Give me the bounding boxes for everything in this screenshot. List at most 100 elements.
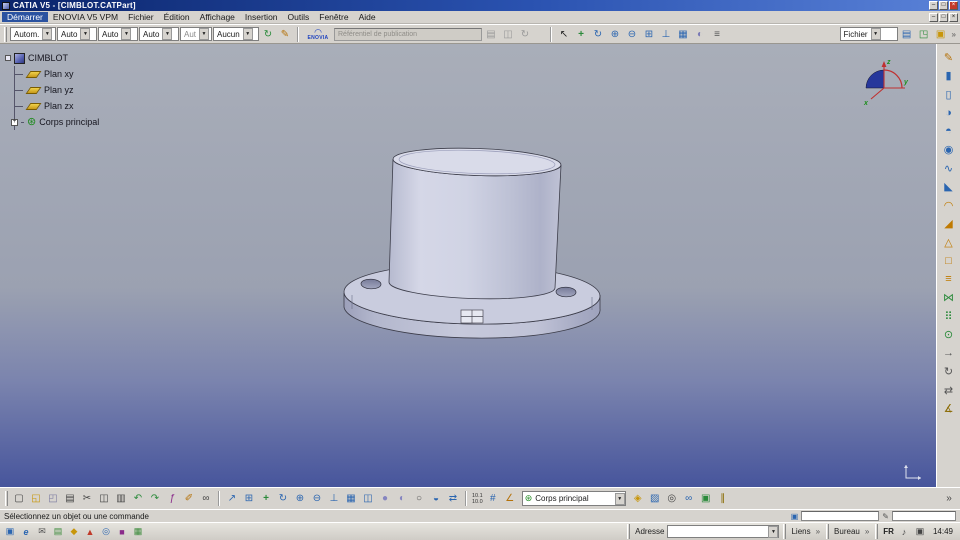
new-icon[interactable]: ▢	[11, 491, 27, 507]
tree-item-plan-yz[interactable]: Plan yz	[15, 82, 99, 98]
auto-combo-1[interactable]: Auto ▼	[57, 27, 97, 41]
chevron-down-icon[interactable]: ▼	[614, 492, 625, 505]
pad-icon[interactable]: ▮	[940, 68, 957, 84]
tree-root-label[interactable]: CIMBLOT	[28, 53, 68, 63]
pub-save-icon[interactable]: ◫	[500, 26, 516, 42]
rib-icon[interactable]: ∿	[940, 160, 957, 176]
auto-combo-3[interactable]: Auto ▼	[139, 27, 179, 41]
pan-icon[interactable]: +	[573, 26, 589, 42]
links-chevron-icon[interactable]: »	[814, 527, 822, 536]
zoom-in-icon[interactable]: ⊕	[607, 26, 623, 42]
folder-icon[interactable]: ▣	[933, 26, 949, 42]
paint-bucket-icon[interactable]: ▨	[647, 491, 663, 507]
normal-view-icon[interactable]: ⊥	[658, 26, 674, 42]
link-icon[interactable]: ∞	[198, 491, 214, 507]
options-icon[interactable]: ≡	[709, 26, 725, 42]
menu-affichage[interactable]: Affichage	[195, 12, 240, 22]
mail-icon[interactable]: ✉	[35, 525, 49, 539]
ie-icon[interactable]: e	[19, 525, 33, 539]
zoom-in-icon[interactable]: ⊕	[292, 491, 308, 507]
undo-icon[interactable]: ↶	[130, 491, 146, 507]
swap-visible-icon[interactable]: ⇄	[445, 491, 461, 507]
app-icon-1[interactable]: ▣	[3, 525, 17, 539]
fichier-combo[interactable]: Fichier ▼	[839, 27, 898, 41]
chevron-down-icon[interactable]: ▼	[199, 28, 210, 40]
taskbar-grip[interactable]	[627, 524, 631, 539]
symmetry-icon[interactable]: ⇄	[940, 382, 957, 398]
publish-icon[interactable]: ◳	[916, 26, 932, 42]
fit-all-icon[interactable]: ⊞	[641, 26, 657, 42]
chamfer-icon[interactable]: ◢	[940, 216, 957, 232]
multi-view-icon[interactable]: ▦	[675, 26, 691, 42]
desktop-label[interactable]: Bureau	[833, 527, 861, 536]
taskbar-grip[interactable]	[783, 524, 787, 539]
draft-icon[interactable]: △	[940, 234, 957, 250]
snap-angle-icon[interactable]: ∠	[502, 491, 518, 507]
auto-combo-2[interactable]: Auto ▼	[98, 27, 138, 41]
maximize-button[interactable]: □	[939, 1, 948, 10]
translate-icon[interactable]: →	[940, 345, 957, 361]
grid-icon[interactable]: #	[485, 491, 501, 507]
menu-demarrer[interactable]: Démarrer	[2, 12, 48, 22]
measure-between-icon[interactable]: ∥	[715, 491, 731, 507]
update-icon[interactable]: ↻	[260, 26, 276, 42]
command-icon[interactable]: ▣	[791, 512, 799, 521]
shaft-icon[interactable]: ◑	[940, 105, 957, 121]
publication-repository-field[interactable]: Référentiel de publication	[334, 27, 482, 41]
rotate-icon[interactable]: ↻	[590, 26, 606, 42]
chevron-down-icon[interactable]: ▼	[162, 28, 173, 40]
app-icon-5[interactable]: ■	[115, 525, 129, 539]
menu-aide[interactable]: Aide	[354, 12, 381, 22]
tree-item-plan-xy[interactable]: Plan xy	[15, 66, 99, 82]
pub-open-icon[interactable]: ▤	[483, 26, 499, 42]
update-mode-combo[interactable]: Autom. ▼	[10, 27, 56, 41]
doc-close-button[interactable]: ×	[949, 12, 958, 22]
wand-icon[interactable]: ✐	[181, 491, 197, 507]
chevron-down-icon[interactable]: ▼	[121, 28, 132, 40]
viewport-3d[interactable]: z y x CIMBLOT Plan xy Plan yz Plan zx + …	[0, 44, 936, 487]
menu-edition[interactable]: Édition	[159, 12, 195, 22]
zoom-out-icon[interactable]: ⊖	[624, 26, 640, 42]
tree-expander-icon[interactable]: +	[11, 118, 18, 126]
search-icon[interactable]: ◎	[664, 491, 680, 507]
powercopy-icon[interactable]: ▣	[698, 491, 714, 507]
hide-show-icon[interactable]: ◒	[428, 491, 444, 507]
render-style-icon[interactable]: ◐	[692, 26, 708, 42]
language-indicator[interactable]: FR	[882, 527, 895, 536]
cut-icon[interactable]: ✂	[79, 491, 95, 507]
shaded-edges-icon[interactable]: ◐	[394, 491, 410, 507]
quick-view-icon[interactable]: ◫	[360, 491, 376, 507]
fit-all-icon[interactable]: ⊞	[241, 491, 257, 507]
tree-item-label[interactable]: Plan yz	[44, 85, 74, 95]
groove-icon[interactable]: ◓	[940, 123, 957, 139]
viewport-canvas[interactable]: z y x	[0, 44, 936, 487]
paste-icon[interactable]: ▥	[113, 491, 129, 507]
notebook-icon[interactable]: ▤	[899, 26, 915, 42]
fly-icon[interactable]: ↗	[224, 491, 240, 507]
paint-icon[interactable]: ✎	[277, 26, 293, 42]
stiffener-icon[interactable]: ◣	[940, 179, 957, 195]
acrobat-icon[interactable]: ▲	[83, 525, 97, 539]
thickness-icon[interactable]: ≡	[940, 271, 957, 287]
active-body-combo[interactable]: ⊛ Corps principal ▼	[521, 491, 626, 506]
pub-sync-icon[interactable]: ↻	[517, 26, 533, 42]
clock[interactable]: 14:49	[929, 527, 957, 536]
tree-anchor-icon[interactable]	[5, 55, 11, 61]
copy-icon[interactable]: ◫	[96, 491, 112, 507]
toolbar-grip[interactable]	[4, 26, 7, 42]
menu-fichier[interactable]: Fichier	[123, 12, 159, 22]
shaded-icon[interactable]: ●	[377, 491, 393, 507]
rect-pattern-icon[interactable]: ⠿	[940, 308, 957, 324]
circ-pattern-icon[interactable]: ⊙	[940, 327, 957, 343]
measure-icon[interactable]: ∡	[940, 401, 957, 417]
chevron-down-icon[interactable]: ▼	[80, 28, 91, 40]
tree-root[interactable]: CIMBLOT	[5, 50, 99, 66]
toolbar-grip[interactable]	[5, 491, 8, 506]
fx-icon[interactable]: ƒ	[164, 491, 180, 507]
rotate-body-icon[interactable]: ↻	[940, 364, 957, 380]
select-icon[interactable]: ↖	[556, 26, 572, 42]
taskbar-grip[interactable]	[826, 524, 830, 539]
pocket-icon[interactable]: ▯	[940, 86, 957, 102]
command-input[interactable]	[801, 511, 880, 521]
hole-icon[interactable]: ◉	[940, 142, 957, 158]
